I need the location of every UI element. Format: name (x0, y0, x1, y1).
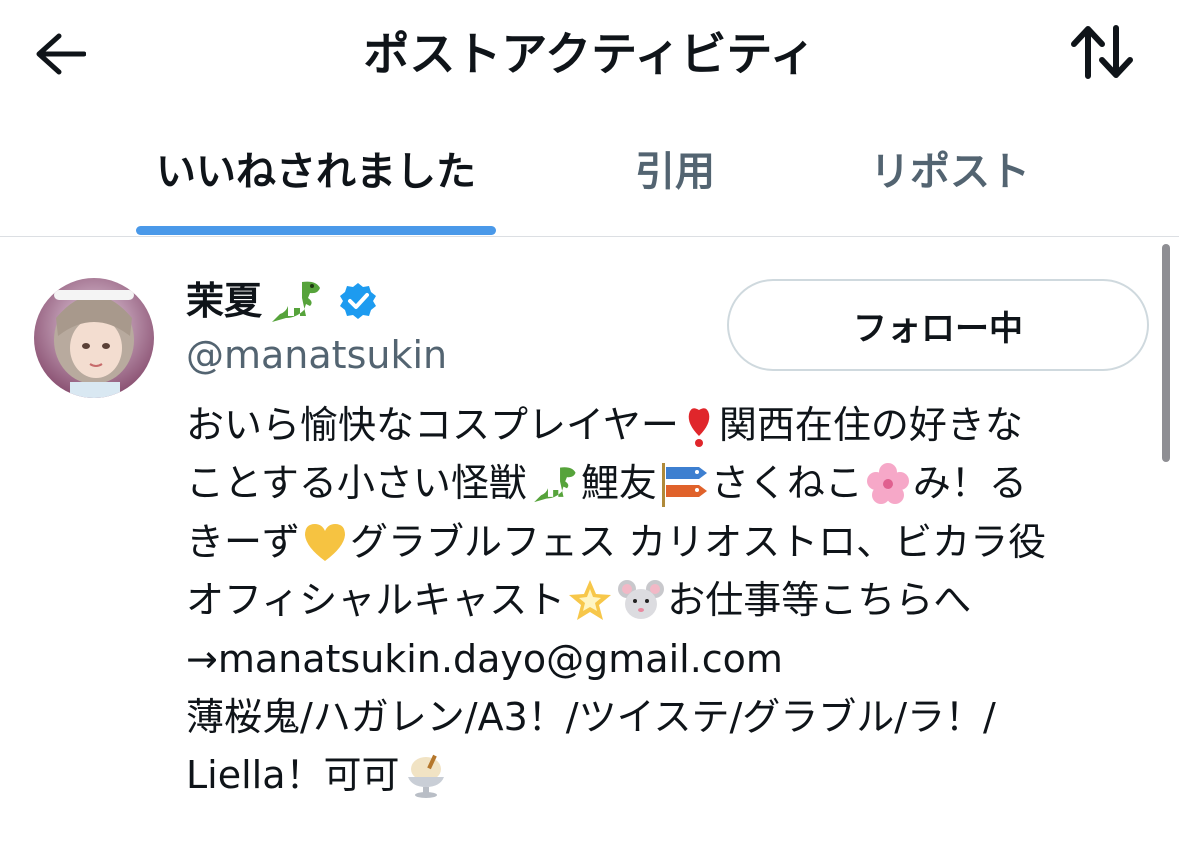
bio-text: グラブルフェス カリオストロ、ビカラ役 (350, 519, 1047, 564)
bio-text: ことする小さい怪獣 (186, 461, 527, 506)
ice-cream-icon (402, 753, 450, 799)
page-title: ポストアクティビティ (363, 27, 816, 81)
tab-reposts[interactable]: リポスト (855, 140, 1045, 204)
glowing-star-icon (567, 577, 613, 623)
bio-text: お仕事等こちらへ (667, 578, 972, 623)
red-exclamation-icon (681, 402, 717, 448)
t-rex-icon (529, 463, 579, 505)
bio-text: おいら愉快なコスプレイヤー (186, 403, 679, 447)
post-activity-screen: ポストアクティビティ いいねされました 引用 リポスト 茉夏 @manatsuk… (0, 0, 1179, 850)
tab-bar: いいねされました 引用 リポスト (0, 118, 1179, 237)
carp-streamer-icon (659, 461, 709, 507)
user-bio: おいら愉快なコスプレイヤー 関西在住の好きな ことする小さい怪獣 鯉友 さくねこ… (186, 396, 1156, 805)
bio-text: Liella！可可 (186, 753, 400, 798)
scrollbar[interactable] (1162, 244, 1170, 462)
bio-line: 薄桜鬼/ハガレン/A3！/ツイステ/グラブル/ラ！/ (186, 688, 1156, 746)
t-rex-icon (266, 278, 324, 324)
following-button[interactable]: フォロー中 (727, 279, 1149, 371)
bio-text: さくねこ (710, 461, 863, 506)
bio-text: オフィシャルキャスト (186, 578, 566, 623)
bio-line: ことする小さい怪獣 鯉友 さくねこ み！る (186, 454, 1156, 512)
tab-liked[interactable]: いいねされました (136, 140, 496, 204)
bio-text: 薄桜鬼/ハガレン/A3！/ツイステ/グラブル/ラ！/ (186, 694, 996, 739)
bio-line: オフィシャルキャスト お仕事等こちらへ (186, 571, 1156, 629)
bio-line: おいら愉快なコスプレイヤー 関西在住の好きな (186, 396, 1156, 454)
display-name[interactable]: 茉夏 (186, 276, 262, 326)
bio-line: →manatsukin.dayo@gmail.com (186, 630, 1156, 688)
bio-line: Liella！可可 (186, 746, 1156, 804)
bio-line: きーず グラブルフェス カリオストロ、ビカラ役 (186, 513, 1156, 571)
cherry-blossom-icon (865, 461, 911, 507)
tab-quotes[interactable]: 引用 (615, 140, 735, 204)
mouse-face-icon (617, 577, 665, 623)
sort-arrows-icon (1070, 24, 1134, 84)
header: ポストアクティビティ (0, 0, 1179, 110)
bio-text: きーず (186, 519, 301, 564)
active-tab-indicator (136, 226, 496, 235)
user-handle[interactable]: @manatsukin (186, 330, 447, 380)
bio-email[interactable]: →manatsukin.dayo@gmail.com (186, 630, 783, 688)
name-row[interactable]: 茉夏 (186, 276, 378, 326)
avatar[interactable] (34, 278, 154, 398)
bio-text: 関西在住の好きな (718, 403, 1023, 447)
bio-text: み！る (912, 461, 1027, 506)
sort-button[interactable] (1065, 22, 1139, 86)
bio-text: 鯉友 (580, 461, 657, 506)
verified-badge-icon (338, 281, 378, 321)
yellow-heart-icon (302, 521, 348, 563)
